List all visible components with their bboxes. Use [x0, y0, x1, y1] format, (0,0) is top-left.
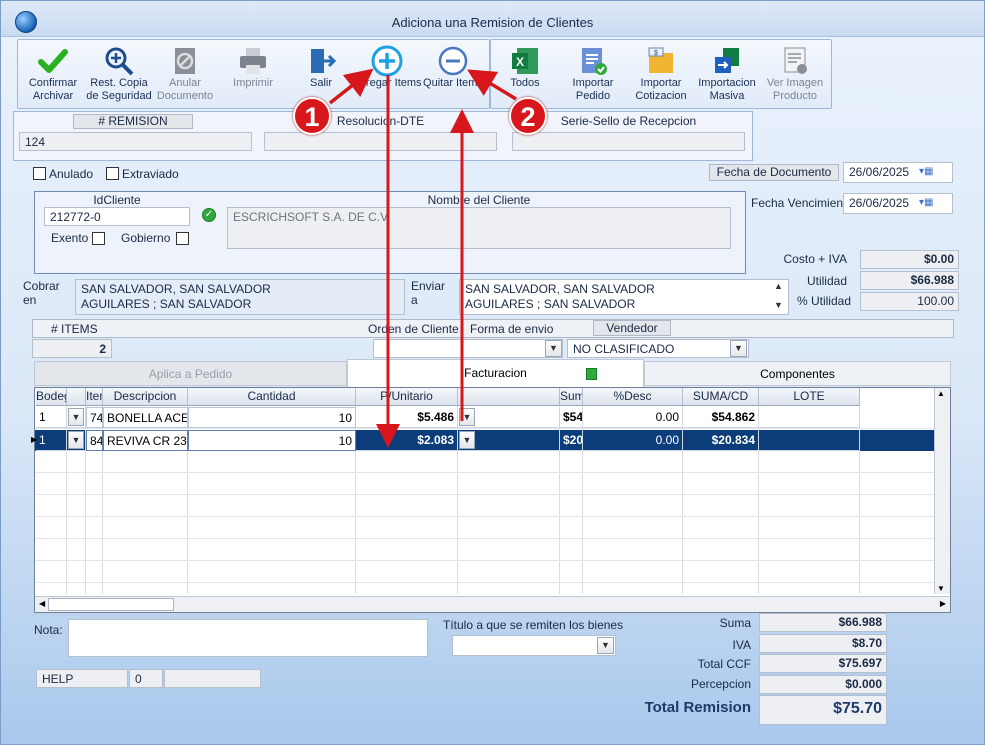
callout-badge-1: 1 [293, 97, 331, 135]
arrow-to-add [328, 68, 374, 105]
callout-badge-2: 2 [509, 97, 547, 135]
arrow-to-remove [467, 69, 517, 101]
annotation-arrows [328, 68, 517, 448]
remision-window: Adiciona una Remision de Clientes Confir… [0, 0, 985, 745]
